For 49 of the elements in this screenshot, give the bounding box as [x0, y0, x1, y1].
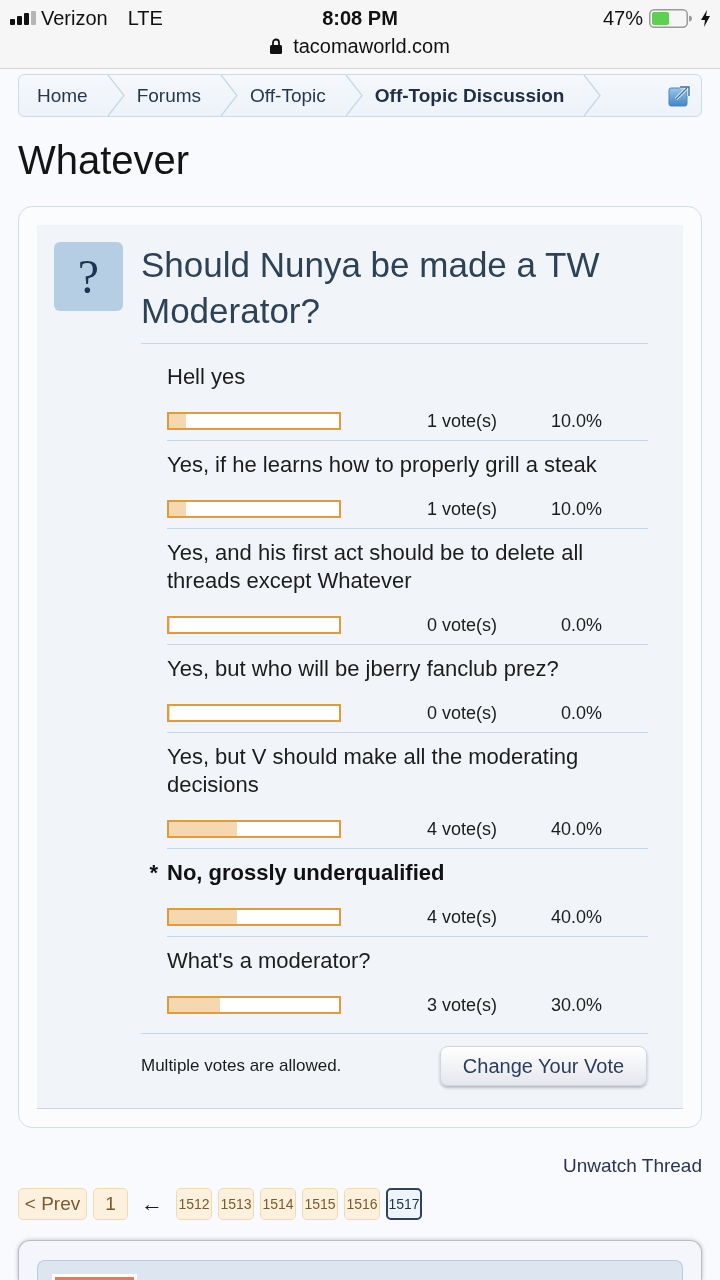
unwatch-thread-link[interactable]: Unwatch Thread: [562, 1153, 702, 1178]
vote-percent: 10.0%: [549, 498, 602, 520]
prev-page-button[interactable]: < Prev: [18, 1188, 87, 1220]
thread-title: Whatever: [18, 137, 191, 184]
battery-percent: 47%: [602, 6, 643, 30]
vote-count: 4 vote(s): [425, 906, 497, 928]
poll-question: Should Nunya be made a TW Moderator?: [141, 242, 648, 344]
vote-count: 1 vote(s): [425, 498, 497, 520]
external-link-icon[interactable]: [668, 84, 692, 107]
vote-marker: *: [149, 859, 158, 879]
vote-percent: 0.0%: [559, 702, 602, 724]
question-icon: ?: [54, 242, 123, 311]
page-button[interactable]: 1514: [260, 1188, 296, 1220]
battery-icon: [649, 8, 692, 28]
page-jump-link[interactable]: ←: [134, 1190, 170, 1218]
vote-percent: 40.0%: [549, 818, 602, 840]
breadcrumb-link[interactable]: Home: [19, 83, 88, 108]
vote-count: 3 vote(s): [425, 994, 497, 1016]
poll-note: Multiple votes are allowed.: [141, 1055, 342, 1077]
network-type: LTE: [127, 6, 163, 30]
page-button[interactable]: 1515: [302, 1188, 338, 1220]
page-button[interactable]: 1517: [386, 1188, 422, 1220]
option-label: Yes, and his first act should be to delete all threads except Whatever: [167, 539, 585, 595]
vote-count: 1 vote(s): [425, 410, 497, 432]
page-button[interactable]: 1516: [344, 1188, 380, 1220]
option-label: No, grossly underqualified: [167, 859, 446, 887]
url-text[interactable]: tacomaworld.com: [293, 35, 450, 57]
vote-percent: 0.0%: [559, 614, 602, 636]
breadcrumb-link[interactable]: Off-Topic: [238, 83, 326, 108]
vote-percent: 10.0%: [549, 410, 602, 432]
vote-count: 0 vote(s): [425, 614, 497, 636]
change-vote-button[interactable]: Change Your Vote: [440, 1046, 647, 1086]
page-button[interactable]: 1512: [176, 1188, 212, 1220]
breadcrumb-link[interactable]: Forums: [124, 83, 202, 108]
option-label: Hell yes: [167, 363, 247, 391]
option-label: Yes, but who will be jberry fanclub prez?: [167, 655, 560, 683]
vote-count: 4 vote(s): [425, 818, 497, 840]
signal-icon: [10, 11, 36, 25]
vote-count: 0 vote(s): [425, 702, 497, 724]
page-button[interactable]: 1: [93, 1188, 128, 1220]
carrier-name: Verizon: [41, 6, 108, 30]
option-label: Yes, if he learns how to properly grill a steak: [167, 451, 598, 479]
option-label: What's a moderator?: [167, 947, 372, 975]
vote-percent: 30.0%: [549, 994, 602, 1016]
breadcrumb-link[interactable]: Off-Topic Discussion: [362, 83, 565, 108]
option-label: Yes, but V should make all the moderating decisions: [167, 743, 580, 799]
clock-time: 8:08 PM: [322, 6, 398, 30]
page-button[interactable]: 1513: [218, 1188, 254, 1220]
vote-percent: 40.0%: [549, 906, 602, 928]
